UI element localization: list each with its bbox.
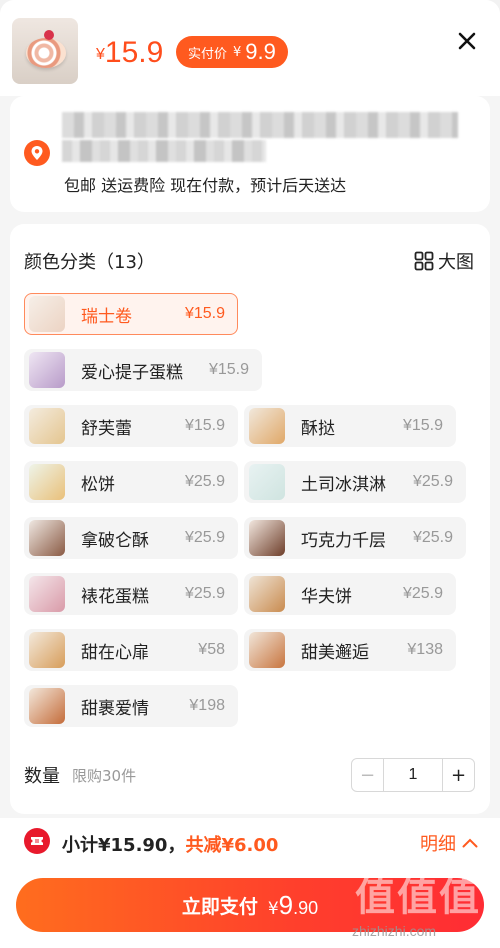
option-image [249, 464, 285, 500]
option-image [29, 352, 65, 388]
option-image [29, 632, 65, 668]
coupon-icon [24, 828, 50, 854]
quantity-stepper: − 1 + [351, 758, 475, 792]
pay-int: 9 [278, 889, 294, 920]
option-chip[interactable]: 舒芙蕾 ¥15.9 [24, 405, 238, 447]
option-image [29, 296, 65, 332]
pay-amount: ¥9.90 [264, 890, 318, 921]
option-price: ¥25.9 [184, 585, 225, 602]
swiss-roll-image [26, 38, 66, 68]
option-chip[interactable]: 酥挞 ¥15.9 [244, 405, 456, 447]
option-price: ¥25.9 [184, 529, 225, 546]
option-image [29, 576, 65, 612]
subtotal-label: 小计¥15.90， [62, 835, 186, 856]
option-chip[interactable]: 甜裹爱情 ¥198 [24, 685, 238, 727]
option-name: 瑞士卷 [81, 306, 132, 327]
decrement-button[interactable]: − [352, 759, 384, 791]
actual-pay-currency: ¥ [233, 44, 242, 60]
chevron-up-icon [462, 838, 478, 848]
option-image [249, 576, 285, 612]
option-chip[interactable]: 华夫饼 ¥25.9 [244, 573, 456, 615]
option-name: 拿破仑酥 [81, 530, 149, 551]
grid-icon [414, 251, 434, 271]
watermark-logo: 值值值 [355, 874, 481, 920]
option-name: 甜裹爱情 [81, 698, 149, 719]
option-chip[interactable]: 拿破仑酥 ¥25.9 [24, 517, 238, 559]
pay-dec: .90 [293, 897, 319, 918]
options-title: 颜色分类（13） [24, 252, 155, 273]
product-thumbnail[interactable] [12, 18, 78, 84]
option-chip[interactable]: 甜美邂逅 ¥138 [244, 629, 456, 671]
price-value: 15.9 [104, 36, 164, 69]
detail-toggle[interactable]: 明细 [420, 830, 478, 856]
actual-pay-label: 实付价 [188, 46, 228, 62]
option-price: ¥15.9 [402, 417, 443, 434]
option-name: 松饼 [81, 474, 115, 495]
header: ¥15.9 实付价 ¥ 9.9 [0, 0, 500, 96]
checkout-footer: 小计¥15.90，共减¥6.00 明细 立即支付 ¥9.90 值值值 zhizh… [0, 818, 500, 948]
pay-currency: ¥ [267, 898, 279, 919]
quantity-label: 数量 [24, 766, 60, 787]
option-chip[interactable]: 爱心提子蛋糕 ¥15.9 [24, 349, 262, 391]
option-chip[interactable]: 瑞士卷 ¥15.9 [24, 293, 238, 335]
watermark-text: zhizhizhi.com [352, 923, 437, 939]
option-price: ¥58 [198, 641, 225, 658]
option-name: 土司冰淇淋 [301, 474, 386, 495]
address-redacted-line-1 [62, 112, 458, 138]
option-image [29, 520, 65, 556]
pay-label: 立即支付 [181, 895, 258, 918]
option-chip[interactable]: 巧克力千层 ¥25.9 [244, 517, 466, 559]
option-name: 甜在心扉 [81, 642, 149, 663]
option-image [249, 632, 285, 668]
view-big-image-label: 大图 [438, 252, 474, 273]
detail-label: 明细 [420, 834, 456, 855]
option-price: ¥15.9 [184, 305, 225, 322]
selected-price: ¥15.9 [96, 36, 163, 70]
view-big-image-button[interactable]: 大图 [414, 248, 474, 274]
option-chip[interactable]: 土司冰淇淋 ¥25.9 [244, 461, 466, 503]
option-image [249, 408, 285, 444]
option-price: ¥25.9 [412, 529, 453, 546]
option-price: ¥25.9 [402, 585, 443, 602]
option-price: ¥25.9 [412, 473, 453, 490]
option-name: 裱花蛋糕 [81, 586, 149, 607]
option-chip[interactable]: 裱花蛋糕 ¥25.9 [24, 573, 238, 615]
option-name: 华夫饼 [301, 586, 352, 607]
actual-pay-value: 9.9 [245, 39, 276, 64]
price-currency: ¥ [96, 46, 105, 63]
berry-decoration [44, 30, 54, 40]
option-name: 爱心提子蛋糕 [81, 362, 183, 383]
option-image [29, 688, 65, 724]
option-price: ¥15.9 [208, 361, 249, 378]
subtotal: 小计¥15.90，共减¥6.00 [62, 831, 278, 857]
option-name: 酥挞 [301, 418, 335, 439]
option-name: 甜美邂逅 [301, 642, 369, 663]
option-price: ¥15.9 [184, 417, 225, 434]
delivery-note: 包邮 送运费险 现在付款，预计后天送达 [64, 176, 347, 195]
address-card[interactable]: 包邮 送运费险 现在付款，预计后天送达 [10, 96, 490, 212]
option-image [29, 464, 65, 500]
close-button[interactable] [452, 26, 482, 56]
quantity-value[interactable]: 1 [384, 759, 442, 791]
option-image [29, 408, 65, 444]
option-chip[interactable]: 松饼 ¥25.9 [24, 461, 238, 503]
address-redacted-line-2 [62, 140, 266, 162]
increment-button[interactable]: + [442, 759, 474, 791]
option-price: ¥138 [407, 641, 443, 658]
option-chip[interactable]: 甜在心扉 ¥58 [24, 629, 238, 671]
actual-pay-badge: 实付价 ¥ 9.9 [176, 36, 288, 68]
option-name: 舒芙蕾 [81, 418, 132, 439]
close-icon [458, 32, 476, 50]
quantity-limit: 限购30件 [72, 767, 137, 785]
sku-selector-sheet: ¥15.9 实付价 ¥ 9.9 包邮 送运费险 现在付款，预计后天送达 颜色分类… [0, 0, 500, 948]
location-pin-icon [24, 140, 50, 166]
discount-label: 共减¥6.00 [185, 835, 279, 856]
option-image [249, 520, 285, 556]
option-price: ¥25.9 [184, 473, 225, 490]
option-price: ¥198 [189, 697, 225, 714]
option-name: 巧克力千层 [301, 530, 386, 551]
options-card: 颜色分类（13） 大图 瑞士卷 ¥15.9 爱心提子蛋糕 ¥15.9 舒芙蕾 ¥… [10, 224, 490, 814]
